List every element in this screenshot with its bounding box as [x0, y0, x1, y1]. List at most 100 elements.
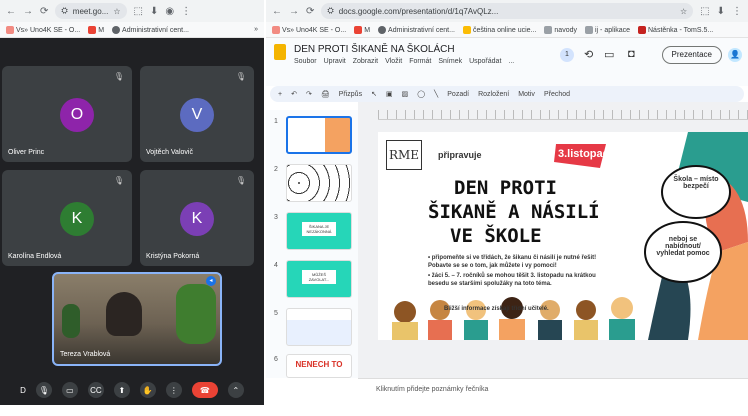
image-icon[interactable]: ▨: [402, 90, 409, 98]
current-slide[interactable]: RME připravuje 3.listopadu DEN PROTI ŠIK…: [378, 132, 748, 340]
star-icon: ☆: [679, 6, 688, 16]
participant-name: Kristýna Pokorná: [146, 253, 200, 260]
chevron-up-icon[interactable]: ⌃: [227, 382, 244, 398]
bookmark[interactable]: Administrativní cent...: [378, 25, 455, 34]
share-icon[interactable]: 👤: [728, 48, 742, 62]
bookmark[interactable]: Vs» Uno4K SE - O...: [6, 25, 80, 34]
menu-view[interactable]: Zobrazit: [353, 58, 378, 65]
history-icon[interactable]: ⟲: [584, 48, 593, 61]
end-call-button[interactable]: ☎: [191, 382, 218, 398]
speech-bubble-text: Škola – místo bezpečí: [673, 176, 719, 190]
background-button[interactable]: Pozadí: [447, 91, 469, 98]
add-slide-button[interactable]: +: [278, 91, 282, 98]
menu-file[interactable]: Soubor: [294, 58, 317, 65]
back-icon[interactable]: ←: [272, 6, 282, 17]
menu-bar: Soubor Upravit Zobrazit Vložit Formát Sn…: [294, 58, 514, 65]
star-icon: ☆: [113, 6, 121, 16]
menu-edit[interactable]: Upravit: [324, 58, 346, 65]
bookmark[interactable]: ij - aplikace: [584, 25, 630, 34]
captions-button[interactable]: CC: [87, 382, 104, 398]
line-icon[interactable]: ╲: [434, 90, 438, 98]
raise-hand-icon[interactable]: ✋: [139, 382, 156, 398]
more-bookmarks-icon[interactable]: »: [254, 26, 258, 33]
speaking-indicator-icon: ◂: [206, 276, 216, 286]
menu-slide[interactable]: Snímek: [438, 58, 462, 65]
transition-button[interactable]: Přechod: [544, 91, 570, 98]
speech-bubble-text: neboj se nabídnout/ vyhledat pomoc: [656, 236, 710, 257]
back-icon[interactable]: ←: [6, 6, 16, 17]
editor-toolbar: + ↶ ↷ 🖨 Přizpůs ↖ ▣ ▨ ◯ ╲ Pozadí Rozlože…: [270, 86, 744, 102]
meet-icon[interactable]: ◘: [628, 48, 635, 60]
prepares-text: připravuje: [438, 150, 482, 160]
textbox-icon[interactable]: ▣: [386, 90, 393, 98]
meet-grid: O 🎙 Oliver Princ V 🎙 Vojtěch Valovič K 🎙…: [0, 38, 264, 405]
slide-thumbnail[interactable]: [286, 116, 352, 154]
avatar: K: [60, 202, 94, 236]
bookmark[interactable]: M: [88, 25, 104, 34]
slide-number: 6: [274, 356, 278, 363]
reload-icon[interactable]: ⟳: [306, 6, 314, 17]
camera-icon[interactable]: ▭: [61, 382, 78, 398]
slide-thumbnail[interactable]: NENECH TO: [286, 354, 352, 378]
bookmark-bar: Vs» Uno4K SE - O... M Administrativní ce…: [0, 22, 264, 38]
participant-tile[interactable]: O 🎙 Oliver Princ: [2, 66, 132, 162]
extensions-icon[interactable]: ⬚: [134, 6, 143, 17]
slide-footer-text: Bližší informace získají třídní učitelé.: [444, 306, 549, 312]
bookmark[interactable]: navody: [544, 25, 577, 34]
participant-name: Tereza Vrablová: [60, 351, 111, 358]
speaker-notes[interactable]: Kliknutím přidejte poznámky řečníka: [358, 378, 748, 405]
participant-tile[interactable]: V 🎙 Vojtěch Valovič: [140, 66, 254, 162]
slide-canvas: RME připravuje 3.listopadu DEN PROTI ŠIK…: [358, 102, 748, 378]
undo-icon[interactable]: ↶: [291, 90, 297, 98]
bookmark[interactable]: Administrativní cent...: [112, 25, 189, 34]
cursor-icon[interactable]: ↖: [371, 90, 377, 98]
participant-name: Oliver Princ: [8, 149, 45, 156]
slide-bullets: • připomeňte si ve třídách, že šikanu či…: [428, 254, 608, 288]
bookmark[interactable]: čeština online ucie...: [462, 25, 536, 34]
bookmark[interactable]: M: [354, 25, 370, 34]
slide-thumbnail[interactable]: ŠIKANA JE NEZÁKONNÁ: [286, 212, 352, 250]
present-icon[interactable]: ⬆: [113, 382, 130, 398]
bookmark-bar: Vs» Uno4K SE - O... M Administrativní ce…: [266, 22, 748, 38]
forward-icon[interactable]: →: [23, 6, 33, 17]
download-icon[interactable]: ⬇: [150, 6, 158, 17]
participant-tile[interactable]: K 🎙 Karolína Endlová: [2, 170, 132, 266]
menu-format[interactable]: Formát: [409, 58, 431, 65]
plant-image: [62, 304, 80, 338]
extensions-icon[interactable]: ⬚: [700, 6, 709, 17]
menu-more[interactable]: ...: [508, 58, 514, 65]
menu-icon[interactable]: ⋮: [732, 6, 742, 17]
participant-tile[interactable]: K 🎙 Kristýna Pokorná: [140, 170, 254, 266]
slide-number: 2: [274, 166, 278, 173]
profile-icon[interactable]: ◉: [165, 6, 174, 17]
comment-icon[interactable]: ▭: [604, 48, 614, 61]
participant-name: Vojtěch Valovič: [146, 149, 193, 156]
slide-thumbnail[interactable]: [286, 308, 352, 346]
self-view-tile[interactable]: Tereza Vrablová ◂: [52, 272, 222, 366]
bookmark[interactable]: Nástěnka - TomS.5...: [638, 25, 713, 34]
user-badge[interactable]: 1: [560, 48, 574, 62]
menu-insert[interactable]: Vložit: [385, 58, 402, 65]
theme-button[interactable]: Motiv: [518, 91, 535, 98]
redo-icon[interactable]: ↷: [306, 90, 312, 98]
address-bar[interactable]: ⛭ docs.google.com/presentation/d/1q7AvQLz…: [321, 3, 694, 19]
more-options-icon[interactable]: ⋮: [165, 382, 182, 398]
mic-muted-icon: 🎙: [235, 176, 246, 185]
download-icon[interactable]: ⬇: [717, 6, 725, 17]
slide-thumbnail[interactable]: [286, 164, 352, 202]
slide-thumbnail[interactable]: MŮŽEŠ ZAVOLAT...: [286, 260, 352, 298]
menu-arrange[interactable]: Uspořádat: [469, 58, 501, 65]
document-title[interactable]: DEN PROTI ŠIKANĚ NA ŠKOLÁCH: [294, 44, 455, 55]
forward-icon[interactable]: →: [289, 6, 299, 17]
menu-icon[interactable]: ⋮: [181, 6, 191, 17]
address-bar[interactable]: ⛭ meet.go... ☆: [55, 3, 127, 19]
reload-icon[interactable]: ⟳: [40, 6, 48, 17]
present-button[interactable]: Prezentace: [661, 46, 722, 64]
mic-icon[interactable]: 🎙: [35, 382, 52, 398]
zoom-select[interactable]: Přizpůs: [339, 91, 362, 98]
slides-logo-icon[interactable]: [274, 44, 286, 60]
print-icon[interactable]: 🖨: [321, 90, 330, 98]
shape-icon[interactable]: ◯: [417, 90, 425, 98]
bookmark[interactable]: Vs» Uno4K SE - O...: [272, 25, 346, 34]
layout-button[interactable]: Rozložení: [478, 91, 509, 98]
